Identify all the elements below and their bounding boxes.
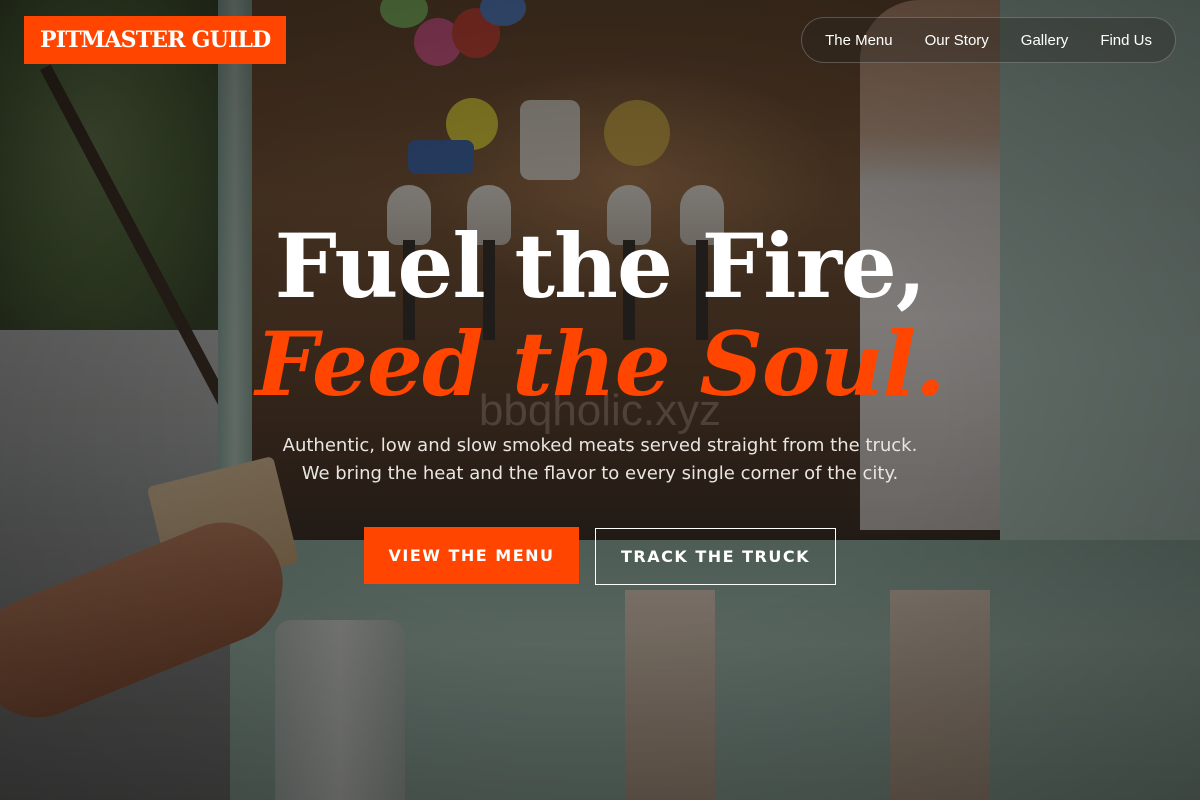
brand-name: PITMASTER GUILD (40, 27, 271, 53)
hero-headline-line1: Fuel the Fire, (274, 214, 926, 318)
main-nav: The Menu Our Story Gallery Find Us (801, 17, 1176, 63)
nav-item-gallery[interactable]: Gallery (1021, 32, 1069, 49)
view-menu-button[interactable]: VIEW THE MENU (364, 527, 579, 584)
hero-subtitle-line2: We bring the heat and the flavor to ever… (301, 463, 899, 484)
nav-item-our-story[interactable]: Our Story (925, 32, 989, 49)
nav-item-menu[interactable]: The Menu (825, 32, 893, 49)
hero-subtitle: Authentic, low and slow smoked meats ser… (0, 432, 1200, 488)
hero-headline-line2: Feed the Soul. (255, 312, 945, 416)
nav-item-find-us[interactable]: Find Us (1100, 32, 1152, 49)
brand-logo[interactable]: PITMASTER GUILD (24, 16, 287, 64)
track-truck-button[interactable]: TRACK THE TRUCK (595, 528, 836, 585)
hero-subtitle-line1: Authentic, low and slow smoked meats ser… (282, 435, 918, 456)
